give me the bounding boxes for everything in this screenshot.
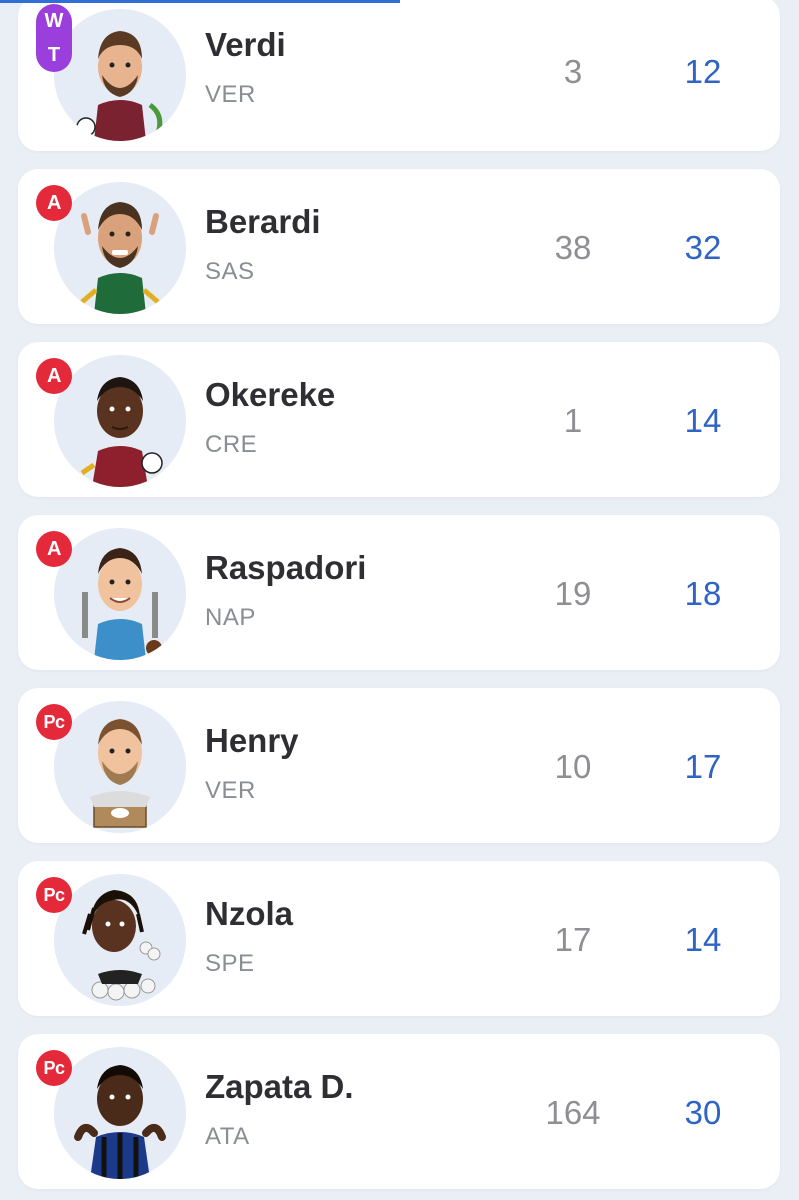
player-stat-primary: 19 xyxy=(554,575,592,612)
player-stat-secondary: 12 xyxy=(684,53,722,90)
player-avatar-icon xyxy=(54,874,186,1006)
player-avatar-icon xyxy=(54,701,186,833)
player-card[interactable]: W T Verdi VER 3 12 xyxy=(18,0,780,151)
player-stat-secondary: 30 xyxy=(684,1094,722,1131)
role-badge: Pc xyxy=(36,704,72,740)
role-badge: W T xyxy=(36,4,72,72)
player-team: CRE xyxy=(205,431,258,458)
player-name: Berardi xyxy=(205,203,321,240)
player-stat-secondary: 14 xyxy=(684,921,722,958)
role-badge: A xyxy=(36,185,72,221)
player-team: NAP xyxy=(205,604,256,631)
player-name: Raspadori xyxy=(205,549,367,586)
player-team: VER xyxy=(205,81,256,108)
player-stat-primary: 3 xyxy=(563,53,583,90)
player-stat-primary: 38 xyxy=(554,229,592,266)
player-avatar-icon xyxy=(54,528,186,660)
player-stat-primary: 164 xyxy=(545,1094,601,1131)
player-name: Zapata D. xyxy=(205,1068,354,1105)
player-card[interactable]: Pc Zapata D. ATA 164 30 xyxy=(18,1034,780,1189)
player-stat-primary: 17 xyxy=(554,921,592,958)
role-badge: Pc xyxy=(36,1050,72,1086)
player-avatar-icon xyxy=(54,355,186,487)
player-stat-secondary: 18 xyxy=(684,575,722,612)
role-badge: A xyxy=(36,531,72,567)
player-card[interactable]: A Raspadori NAP 19 18 xyxy=(18,515,780,670)
player-list-screen: W T Verdi VER 3 12 A Berardi SAS 38 32 A… xyxy=(0,0,799,1200)
player-stat-primary: 10 xyxy=(554,748,592,785)
player-team: SPE xyxy=(205,950,255,977)
player-stat-secondary: 32 xyxy=(684,229,722,266)
player-avatar-icon xyxy=(54,9,186,141)
role-badge-bottom: T xyxy=(47,43,61,66)
player-team: ATA xyxy=(205,1123,250,1150)
player-name: Verdi xyxy=(205,26,286,63)
player-name: Henry xyxy=(205,722,299,759)
player-name: Nzola xyxy=(205,895,294,932)
role-badge: Pc xyxy=(36,877,72,913)
player-card[interactable]: Pc Nzola SPE 17 14 xyxy=(18,861,780,1016)
player-card[interactable]: Pc Henry VER 10 17 xyxy=(18,688,780,843)
player-stat-secondary: 14 xyxy=(684,402,722,439)
role-badge-top: W xyxy=(44,9,64,32)
player-team: SAS xyxy=(205,258,255,285)
player-card[interactable]: A Okereke CRE 1 14 xyxy=(18,342,780,497)
player-name: Okereke xyxy=(205,376,336,413)
player-card[interactable]: A Berardi SAS 38 32 xyxy=(18,169,780,324)
player-avatar-icon xyxy=(54,1047,186,1179)
role-badge: A xyxy=(36,358,72,394)
player-stat-secondary: 17 xyxy=(684,748,722,785)
tab-indicator xyxy=(0,0,400,3)
player-team: VER xyxy=(205,777,256,804)
player-avatar-icon xyxy=(54,182,186,314)
player-stat-primary: 1 xyxy=(563,402,583,439)
